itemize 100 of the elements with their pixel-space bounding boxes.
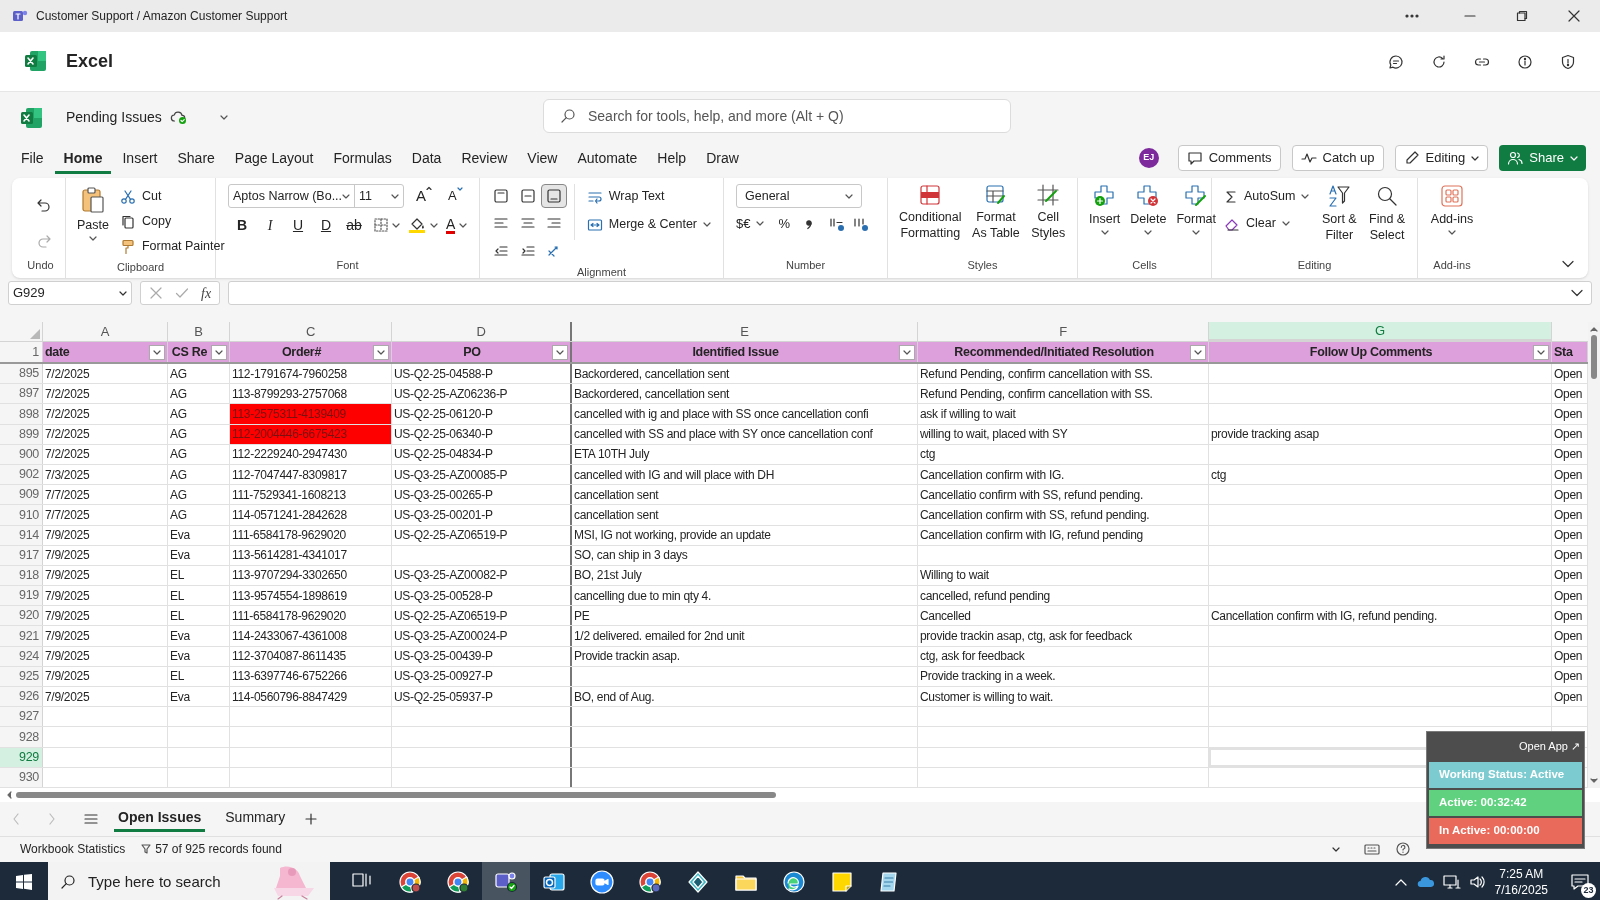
ribbon-tab[interactable]: Formulas (324, 142, 401, 174)
chrome-icon[interactable] (398, 869, 422, 894)
windows-start-icon[interactable] (15, 872, 33, 891)
bold-button[interactable]: B (230, 214, 254, 236)
ribbon-tab[interactable]: Review (452, 142, 517, 174)
ribbon-tab[interactable]: Page Layout (225, 142, 323, 174)
notifications-button[interactable]: 23 (1560, 861, 1600, 900)
column-header[interactable]: E (572, 322, 918, 341)
expand-ribbon-icon[interactable] (1562, 260, 1574, 268)
chrome-icon[interactable] (638, 869, 662, 894)
name-box[interactable]: G929 (8, 281, 132, 305)
borders-icon[interactable] (374, 218, 388, 232)
row-header[interactable]: 919 (0, 586, 43, 606)
filter-dropdown-button[interactable] (211, 344, 227, 360)
conditional-formatting-button[interactable]: Conditional Formatting (896, 184, 965, 241)
format-cells-button[interactable]: Format (1173, 184, 1219, 235)
vertical-scroll-thumb[interactable] (1591, 335, 1597, 379)
insert-function-button[interactable]: fx (201, 282, 212, 304)
increase-font-size-button[interactable]: A (412, 184, 436, 208)
catch-up-button[interactable]: Catch up (1291, 145, 1384, 171)
wrap-text-button[interactable]: Wrap Text (582, 184, 715, 209)
merge-center-button[interactable]: Merge & Center (582, 212, 715, 237)
number-format-dropdown[interactable]: General (736, 184, 862, 208)
edge-icon[interactable] (782, 869, 806, 894)
menu-icon[interactable] (84, 812, 98, 825)
cloud-icon[interactable] (1416, 875, 1435, 888)
delete-cells-button[interactable]: Delete (1127, 184, 1170, 235)
chat-icon[interactable] (1388, 53, 1404, 70)
row-header[interactable]: 927 (0, 707, 43, 727)
ribbon-tab[interactable]: View (518, 142, 567, 174)
row-header[interactable]: 897 (0, 384, 43, 404)
autosum-button[interactable]: AutoSum (1220, 184, 1314, 209)
document-name[interactable]: Pending Issues (66, 106, 162, 128)
ribbon-tab[interactable]: Share (168, 142, 224, 174)
ribbon-tab[interactable]: Help (648, 142, 696, 174)
network-icon[interactable] (1442, 873, 1461, 890)
italic-button[interactable]: I (258, 214, 282, 236)
row-header[interactable]: 926 (0, 687, 43, 707)
fill-color-icon[interactable] (408, 216, 426, 234)
filter-dropdown-button[interactable] (899, 344, 915, 360)
ribbon-tab[interactable]: Draw (697, 142, 748, 174)
filter-dropdown-button[interactable] (373, 344, 389, 360)
scroll-left-icon[interactable] (6, 790, 12, 799)
filter-dropdown-button[interactable] (552, 344, 568, 360)
scroll-up-icon[interactable] (1590, 326, 1598, 332)
cell-styles-button[interactable]: Cell Styles (1027, 184, 1069, 241)
column-header[interactable]: G (1209, 322, 1552, 341)
row-header[interactable]: 920 (0, 606, 43, 626)
sort-filter-button[interactable]: Sort & Filter (1317, 184, 1362, 243)
ribbon-tab[interactable]: Data (402, 142, 451, 174)
refresh-icon[interactable] (1431, 53, 1447, 70)
sheet-tab[interactable]: Summary (221, 805, 290, 832)
shield-icon[interactable] (1560, 53, 1576, 70)
sheet-tab[interactable]: Open Issues (114, 805, 206, 832)
filter-dropdown-button[interactable] (149, 344, 165, 360)
formula-input-field[interactable] (228, 281, 1592, 305)
row-header[interactable]: 928 (0, 727, 43, 747)
taskbar-search-field[interactable]: Type here to search (48, 861, 330, 900)
paste-button[interactable]: Paste (74, 184, 112, 241)
user-avatar[interactable]: EJ (1138, 148, 1159, 168)
filter-dropdown-button[interactable] (1190, 344, 1206, 360)
font-color-button[interactable]: A (446, 216, 456, 234)
accounting-format-button[interactable]: $€ (736, 214, 751, 234)
search-field[interactable]: Search for tools, help, and more (Alt + Q) (543, 99, 1011, 133)
editing-mode-button[interactable]: Editing (1394, 145, 1489, 171)
column-header[interactable]: B (168, 322, 230, 341)
column-header[interactable]: C (230, 322, 392, 341)
percent-style-button[interactable]: % (778, 214, 791, 234)
comments-button[interactable]: Comments (1177, 145, 1281, 171)
format-as-table-button[interactable]: Format As Table (968, 184, 1024, 241)
ribbon-tab[interactable]: Insert (113, 142, 167, 174)
close-icon[interactable] (1568, 10, 1580, 22)
ribbon-tab[interactable]: File (12, 142, 53, 174)
row-header[interactable]: 1 (0, 342, 43, 362)
show-hidden-icons-icon[interactable] (1394, 877, 1407, 886)
underline-button[interactable]: U (286, 214, 310, 236)
row-header[interactable]: 895 (0, 364, 43, 384)
double-underline-button[interactable]: D (314, 214, 338, 236)
info-icon[interactable] (1517, 53, 1533, 70)
add-ins-button[interactable]: Add-ins (1427, 184, 1477, 235)
format-painter-button[interactable]: Format Painter (115, 234, 229, 259)
insert-cells-button[interactable]: Insert (1086, 184, 1124, 235)
keyboard-icon[interactable] (1364, 843, 1380, 856)
row-header[interactable]: 921 (0, 626, 43, 646)
filter-dropdown-button[interactable] (1533, 344, 1549, 360)
sticky-note-icon[interactable] (830, 869, 854, 894)
row-header[interactable]: 898 (0, 404, 43, 424)
find-select-button[interactable]: Find & Select (1365, 184, 1409, 243)
font-size-dropdown[interactable]: 11 (355, 185, 403, 207)
diamond-app-icon[interactable] (686, 869, 710, 894)
help-icon[interactable] (1396, 842, 1410, 857)
row-header[interactable]: 909 (0, 485, 43, 505)
open-app-link[interactable]: Open App ↗ (1519, 738, 1580, 755)
chrome-icon[interactable] (446, 869, 470, 894)
vertical-align-button[interactable] (541, 184, 568, 208)
ribbon-tab[interactable]: Automate (568, 142, 647, 174)
horizontal-scroll-thumb[interactable] (16, 791, 776, 798)
scroll-down-icon[interactable] (1590, 777, 1598, 784)
ribbon-tab[interactable]: Home (54, 142, 112, 174)
row-header[interactable]: 910 (0, 505, 43, 525)
